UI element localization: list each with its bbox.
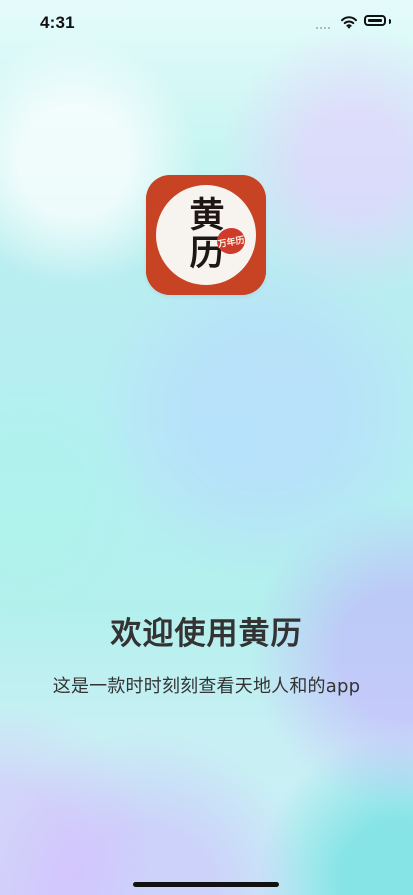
wifi-icon <box>341 16 357 29</box>
status-icons <box>316 14 391 30</box>
home-indicator[interactable] <box>133 882 279 887</box>
battery-body <box>364 15 386 26</box>
welcome-subtitle: 这是一款时时刻刻查看天地人和的app <box>52 676 361 697</box>
welcome-title: 欢迎使用黄历 <box>110 616 303 652</box>
battery-icon <box>364 15 391 28</box>
battery-cap <box>389 19 391 24</box>
signal-icon <box>316 23 331 29</box>
status-time: 4:31 <box>40 13 75 32</box>
launch-screen: 4:31 黄历 万年历 欢迎使用黄历 这是一款时时刻刻查看天地人和的app <box>0 0 413 895</box>
status-bar: 4:31 <box>0 0 413 46</box>
app-logo: 黄历 万年历 <box>146 175 266 295</box>
